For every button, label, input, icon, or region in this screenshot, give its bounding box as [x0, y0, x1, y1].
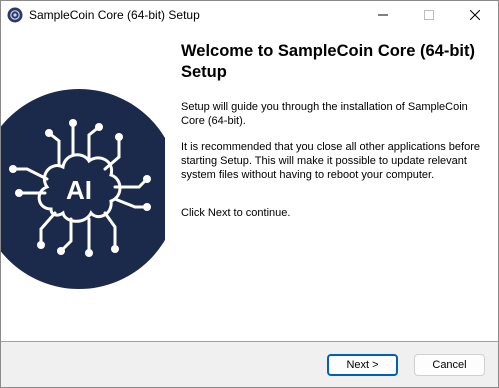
title-bar[interactable]: SampleCoin Core (64-bit) Setup [1, 1, 498, 29]
close-button[interactable] [452, 1, 498, 29]
welcome-panel: AI Welcome to SampleCoin Core (64-bit) S… [1, 29, 498, 341]
next-button[interactable]: Next > [327, 354, 398, 376]
continue-instruction: Click Next to continue. [181, 207, 291, 219]
maximize-icon [424, 10, 434, 20]
close-icon [470, 10, 480, 20]
intro-text: Setup will guide you through the install… [181, 101, 468, 127]
minimize-button[interactable] [360, 1, 406, 29]
cancel-button[interactable]: Cancel [414, 354, 485, 376]
recommendation-text: It is recommended that you close all oth… [181, 141, 480, 181]
app-icon [7, 7, 23, 23]
banner-ai-label: AI [66, 175, 92, 205]
installer-window: SampleCoin Core (64-bit) Setup AI Welcom… [0, 0, 499, 388]
minimize-icon [378, 14, 388, 16]
page-title: Welcome to SampleCoin Core (64-bit) Setu… [181, 42, 475, 81]
window-title: SampleCoin Core (64-bit) Setup [29, 8, 200, 22]
banner-image: AI [1, 29, 165, 341]
ai-brain-icon: AI [1, 89, 165, 289]
maximize-button[interactable] [406, 1, 452, 29]
